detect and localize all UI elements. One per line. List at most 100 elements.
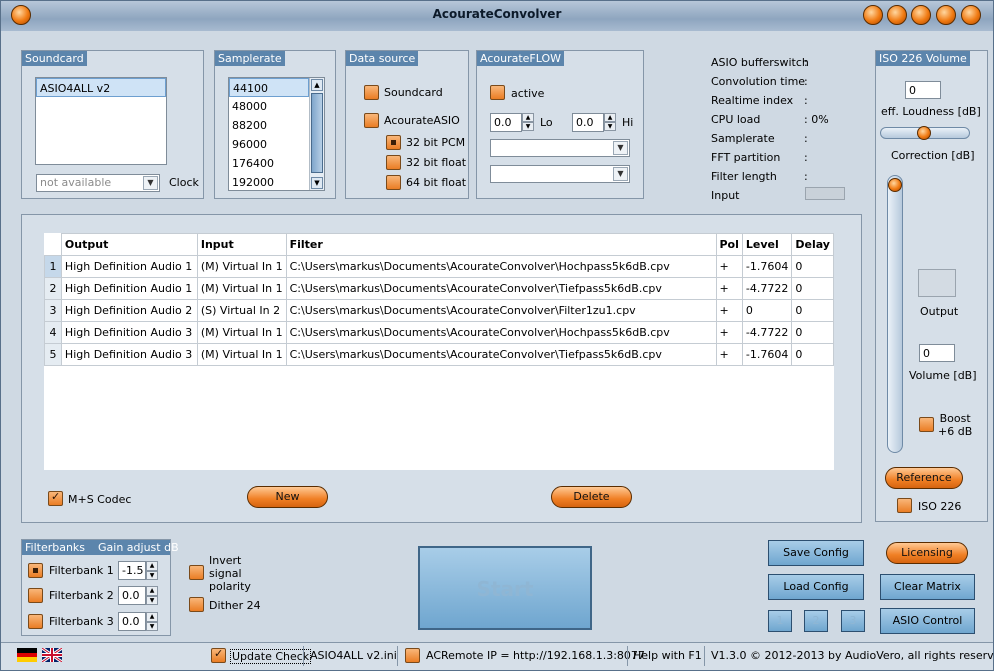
samplerate-list[interactable]: 44100 48000 88200 96000 176400 192000 ▲ … bbox=[228, 77, 325, 191]
cell-level[interactable]: -4.7722 bbox=[741, 277, 793, 300]
chevron-down-icon[interactable]: ▼ bbox=[143, 176, 158, 190]
filterbank-gain-input[interactable]: 0.0 bbox=[118, 612, 146, 631]
clock-select[interactable]: not available ▼ bbox=[36, 174, 160, 192]
cell-delay[interactable]: 0 bbox=[791, 277, 834, 300]
cell-delay[interactable]: 0 bbox=[791, 255, 834, 278]
spin-up-icon[interactable]: ▲ bbox=[604, 113, 616, 122]
column-header[interactable]: Level bbox=[741, 233, 793, 256]
table-row[interactable]: 2 High Definition Audio 1 (M) Virtual In… bbox=[44, 277, 834, 300]
cell-delay[interactable]: 0 bbox=[791, 299, 834, 322]
boost-checkbox[interactable] bbox=[919, 417, 934, 432]
spin-up-icon[interactable]: ▲ bbox=[146, 561, 158, 571]
loudness-input[interactable]: 0 bbox=[905, 81, 941, 99]
row-number[interactable]: 2 bbox=[44, 277, 62, 300]
close-button-icon[interactable] bbox=[961, 5, 981, 25]
window-button-1-icon[interactable] bbox=[863, 5, 883, 25]
cell-input[interactable]: (M) Virtual In 1 bbox=[196, 277, 287, 300]
cell-output[interactable]: High Definition Audio 1 bbox=[60, 255, 198, 278]
filterbank-2-radio[interactable] bbox=[28, 588, 43, 603]
cell-input[interactable]: (M) Virtual In 1 bbox=[196, 255, 287, 278]
soundcard-radio[interactable] bbox=[364, 85, 379, 100]
cell-level[interactable]: -1.7604 bbox=[741, 343, 793, 366]
update-check-checkbox[interactable] bbox=[211, 647, 226, 663]
spin-down-icon[interactable]: ▼ bbox=[604, 122, 616, 131]
flow-select-2[interactable]: ▼ bbox=[490, 165, 630, 183]
cell-filter[interactable]: C:\Users\markus\Documents\AcourateConvol… bbox=[285, 299, 717, 322]
spin-up-icon[interactable]: ▲ bbox=[522, 113, 534, 122]
spin-down-icon[interactable]: ▼ bbox=[146, 622, 158, 631]
volume-slider[interactable] bbox=[887, 175, 903, 453]
column-header[interactable]: Input bbox=[196, 233, 287, 256]
cell-filter[interactable]: C:\Users\markus\Documents\AcourateConvol… bbox=[285, 277, 717, 300]
clear-matrix-button[interactable]: Clear Matrix bbox=[880, 574, 975, 600]
spin-up-icon[interactable]: ▲ bbox=[146, 612, 158, 622]
float32-radio[interactable] bbox=[386, 155, 401, 170]
cell-output[interactable]: High Definition Audio 1 bbox=[60, 277, 198, 300]
preset-3-button[interactable]: 3 bbox=[841, 610, 865, 632]
maximize-button-icon[interactable] bbox=[936, 5, 956, 25]
column-header[interactable]: Delay bbox=[791, 233, 834, 256]
soundcard-list[interactable]: ASIO4ALL v2 bbox=[35, 77, 167, 165]
cell-delay[interactable]: 0 bbox=[791, 321, 834, 344]
slider-knob-icon[interactable] bbox=[888, 178, 902, 192]
row-number[interactable]: 1 bbox=[44, 255, 62, 278]
cell-output[interactable]: High Definition Audio 3 bbox=[60, 321, 198, 344]
table-row[interactable]: 4 High Definition Audio 3 (M) Virtual In… bbox=[44, 321, 834, 344]
flow-hi-input[interactable]: 0.0 bbox=[572, 113, 604, 132]
start-button[interactable]: Start bbox=[418, 546, 592, 630]
licensing-button[interactable]: Licensing bbox=[886, 542, 968, 564]
chevron-down-icon[interactable]: ▼ bbox=[613, 167, 628, 181]
filterbank-3-radio[interactable] bbox=[28, 614, 43, 629]
cell-pol[interactable]: + bbox=[715, 343, 743, 366]
table-row[interactable]: 1 High Definition Audio 1 (M) Virtual In… bbox=[44, 255, 834, 278]
slider-knob-icon[interactable] bbox=[917, 126, 931, 140]
scroll-down-icon[interactable]: ▼ bbox=[311, 177, 323, 189]
row-number[interactable]: 5 bbox=[44, 343, 62, 366]
load-config-button[interactable]: Load Config bbox=[768, 574, 864, 600]
filterbank-gain-input[interactable]: -1.5 bbox=[118, 561, 146, 580]
cell-filter[interactable]: C:\Users\markus\Documents\AcourateConvol… bbox=[285, 255, 717, 278]
spin-down-icon[interactable]: ▼ bbox=[146, 596, 158, 605]
cell-level[interactable]: -1.7604 bbox=[741, 255, 793, 278]
cell-input[interactable]: (M) Virtual In 1 bbox=[196, 343, 287, 366]
scroll-thumb[interactable] bbox=[311, 93, 323, 173]
cell-pol[interactable]: + bbox=[715, 299, 743, 322]
soundcard-item[interactable]: ASIO4ALL v2 bbox=[36, 78, 166, 97]
cell-filter[interactable]: C:\Users\markus\Documents\AcourateConvol… bbox=[285, 321, 717, 344]
routing-matrix[interactable]: Output Input Filter Pol Level Delay 1 Hi… bbox=[44, 233, 834, 470]
preset-1-button[interactable]: 1 bbox=[768, 610, 792, 632]
cell-delay[interactable]: 0 bbox=[791, 343, 834, 366]
cell-pol[interactable]: + bbox=[715, 255, 743, 278]
filterbank-gain-input[interactable]: 0.0 bbox=[118, 586, 146, 605]
acourateasio-radio[interactable] bbox=[364, 113, 379, 128]
spin-down-icon[interactable]: ▼ bbox=[522, 122, 534, 131]
filterbank-1-radio[interactable] bbox=[28, 563, 43, 578]
preset-2-button[interactable]: 2 bbox=[804, 610, 828, 632]
save-config-button[interactable]: Save Config bbox=[768, 540, 864, 566]
table-row[interactable]: 3 High Definition Audio 2 (S) Virtual In… bbox=[44, 299, 834, 322]
column-header[interactable]: Output bbox=[60, 233, 198, 256]
german-flag-icon[interactable] bbox=[17, 648, 37, 662]
reference-button[interactable]: Reference bbox=[885, 467, 963, 489]
volume-input[interactable]: 0 bbox=[919, 344, 955, 362]
pcm32-radio[interactable] bbox=[386, 135, 401, 150]
cell-pol[interactable]: + bbox=[715, 277, 743, 300]
spin-up-icon[interactable]: ▲ bbox=[146, 586, 158, 596]
cell-filter[interactable]: C:\Users\markus\Documents\AcourateConvol… bbox=[285, 343, 717, 366]
row-number[interactable]: 3 bbox=[44, 299, 62, 322]
dither-checkbox[interactable] bbox=[189, 597, 204, 612]
new-button[interactable]: New bbox=[247, 486, 328, 508]
cell-input[interactable]: (S) Virtual In 2 bbox=[196, 299, 287, 322]
ms-codec-checkbox[interactable] bbox=[48, 490, 63, 506]
window-button-2-icon[interactable] bbox=[887, 5, 907, 25]
chevron-down-icon[interactable]: ▼ bbox=[613, 141, 628, 155]
minimize-button-icon[interactable] bbox=[911, 5, 931, 25]
samplerate-scrollbar[interactable]: ▲ ▼ bbox=[309, 78, 324, 190]
table-row[interactable]: 5 High Definition Audio 3 (M) Virtual In… bbox=[44, 343, 834, 366]
flow-select-1[interactable]: ▼ bbox=[490, 139, 630, 157]
spin-down-icon[interactable]: ▼ bbox=[146, 571, 158, 580]
cell-level[interactable]: -4.7722 bbox=[741, 321, 793, 344]
flow-active-checkbox[interactable] bbox=[490, 85, 505, 100]
correction-slider[interactable] bbox=[880, 126, 970, 140]
acremote-checkbox[interactable] bbox=[405, 648, 420, 663]
